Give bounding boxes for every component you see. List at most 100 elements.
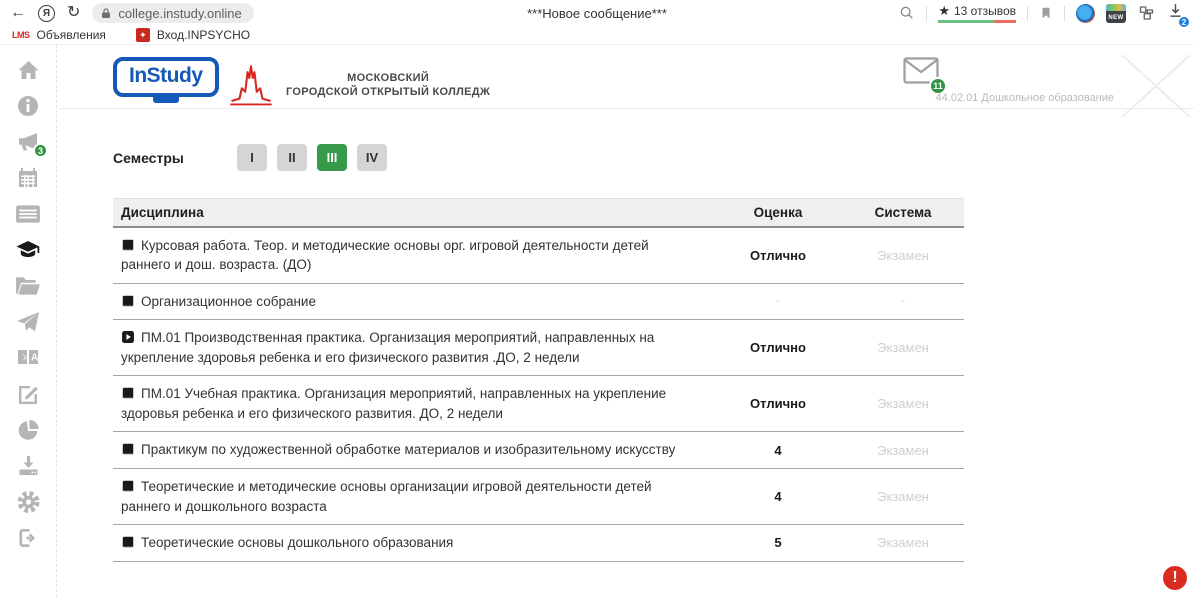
grade-value: Отлично — [714, 376, 842, 432]
semester-button-4[interactable]: IV — [357, 144, 387, 171]
new-label: NEW — [1108, 15, 1123, 23]
bookmark-flag-icon[interactable] — [1039, 5, 1053, 21]
table-row[interactable]: Курсовая работа. Теор. и методические ос… — [113, 227, 964, 284]
inpsycho-logo-icon: ✦ — [136, 28, 150, 42]
sidebar-item-calendar[interactable] — [14, 164, 42, 191]
program-name: 44.02.01 Дошкольное образование — [936, 92, 1114, 104]
collections-icon[interactable] — [1137, 4, 1156, 22]
divider — [1027, 6, 1028, 21]
logout-icon — [16, 526, 41, 550]
sidebar-item-grades[interactable] — [14, 236, 42, 263]
table-row[interactable]: ПМ.01 Учебная практика. Организация меро… — [113, 376, 964, 432]
book-icon — [121, 442, 135, 456]
divider — [1064, 6, 1065, 21]
discipline-name: Теоретические и методические основы орга… — [121, 479, 652, 514]
marquee-strip — [1106, 4, 1126, 11]
bookmarks-bar: LMS Объявления ✦ Вход.INPSYCHO — [0, 26, 1194, 45]
bookmark-inpsycho[interactable]: ✦ Вход.INPSYCHO — [136, 28, 250, 42]
semester-button-3[interactable]: III — [317, 144, 347, 171]
extension-ball-icon[interactable] — [1076, 4, 1095, 23]
table-row[interactable]: Теоретические основы дошкольного образов… — [113, 525, 964, 562]
divider — [926, 6, 927, 21]
column-system: Система — [842, 199, 964, 227]
semester-button-1[interactable]: I — [237, 144, 267, 171]
bookmark-label: Объявления — [37, 28, 106, 42]
grades-table: Дисциплина Оценка Система Курсовая работ… — [113, 198, 964, 562]
list-card-icon — [15, 203, 41, 225]
sidebar-item-messages[interactable] — [14, 308, 42, 335]
table-row[interactable]: Организационное собрание - - — [113, 283, 964, 320]
table-row[interactable]: ПМ.01 Производственная практика. Организ… — [113, 320, 964, 376]
address-bar[interactable]: college.instudy.online — [92, 3, 253, 23]
sidebar-item-tests[interactable] — [14, 380, 42, 407]
book-icon — [121, 294, 135, 308]
system-value: Экзамен — [842, 320, 964, 376]
lock-icon — [100, 7, 112, 20]
lms-logo-icon: LMS — [12, 30, 30, 40]
home-icon — [16, 58, 41, 82]
semesters-label: Семестры — [113, 150, 193, 166]
edit-icon — [16, 382, 40, 406]
downloads-button[interactable]: 2 — [1167, 2, 1184, 24]
gear-icon — [16, 490, 41, 514]
calendar-icon — [16, 166, 40, 190]
discipline-name: ПМ.01 Учебная практика. Организация меро… — [121, 386, 666, 421]
instudy-logo[interactable]: InStudy — [113, 57, 219, 97]
sidebar-item-settings[interactable] — [14, 488, 42, 515]
discipline-name: Курсовая работа. Теор. и методические ос… — [121, 238, 649, 273]
sidebar-item-home[interactable] — [14, 56, 42, 83]
sidebar-item-statistics[interactable] — [14, 416, 42, 443]
college-brand: МОСКОВСКИЙ ГОРОДСКОЙ ОТКРЫТЫЙ КОЛЛЕДЖ — [228, 63, 490, 109]
book-icon — [121, 479, 135, 493]
svg-text:ゝ: ゝ — [20, 352, 29, 362]
sidebar-nav: 3 — [0, 45, 57, 597]
table-row[interactable]: Теоретические и методические основы орга… — [113, 469, 964, 525]
sidebar-item-announcements[interactable]: 3 — [14, 128, 42, 155]
discipline-name: ПМ.01 Производственная практика. Организ… — [121, 330, 654, 365]
grade-value: 4 — [714, 469, 842, 525]
semester-filter: Семестры I II III IV — [113, 144, 387, 171]
book-icon — [121, 238, 135, 252]
star-icon: ★ — [938, 3, 950, 19]
search-icon[interactable] — [899, 5, 915, 21]
reviews-widget[interactable]: ★ 13 отзывов — [938, 3, 1016, 23]
sidebar-item-downloads[interactable] — [14, 452, 42, 479]
sidebar-item-journal[interactable] — [14, 200, 42, 227]
mail-button[interactable]: 11 — [903, 57, 939, 89]
app-window: 3 — [0, 45, 1194, 597]
table-row[interactable]: Практикум по художественной обработке ма… — [113, 432, 964, 469]
sidebar-item-logout[interactable] — [14, 524, 42, 551]
error-alert-icon[interactable]: ! — [1163, 566, 1187, 590]
discipline-name: Организационное собрание — [141, 294, 316, 309]
book-icon — [121, 386, 135, 400]
downloads-badge: 2 — [1178, 16, 1190, 28]
system-value: - — [842, 283, 964, 320]
grade-value: Отлично — [714, 227, 842, 284]
grade-value: - — [714, 283, 842, 320]
system-value: Экзамен — [842, 432, 964, 469]
system-value: Экзамен — [842, 469, 964, 525]
play-icon — [121, 330, 135, 344]
sidebar-item-translate[interactable]: ゝ A — [14, 344, 42, 371]
avatar-placeholder-icon — [1118, 53, 1194, 119]
bookmark-announcements[interactable]: LMS Объявления — [12, 28, 106, 42]
system-value: Экзамен — [842, 227, 964, 284]
extension-new-icon[interactable]: NEW — [1106, 4, 1126, 23]
sidebar-item-files[interactable] — [14, 272, 42, 299]
discipline-name: Практикум по художественной обработке ма… — [141, 442, 675, 457]
instudy-logo-text: InStudy — [113, 57, 219, 97]
announcements-badge: 3 — [33, 143, 48, 158]
yandex-browser-icon[interactable]: Я — [38, 5, 55, 22]
refresh-button[interactable]: ↻ — [67, 5, 80, 21]
back-button[interactable]: ← — [10, 5, 26, 21]
header-divider — [58, 108, 1194, 109]
column-grade: Оценка — [714, 199, 842, 227]
semester-button-2[interactable]: II — [277, 144, 307, 171]
download-tray-icon — [16, 454, 41, 478]
toolbar-right: ★ 13 отзывов NEW 2 — [899, 2, 1184, 24]
reviews-count: 13 отзывов — [954, 4, 1016, 18]
folder-icon — [15, 275, 41, 297]
bookmark-label: Вход.INPSYCHO — [157, 28, 250, 42]
sidebar-item-info[interactable] — [14, 92, 42, 119]
kremlin-emblem-icon — [228, 63, 274, 109]
